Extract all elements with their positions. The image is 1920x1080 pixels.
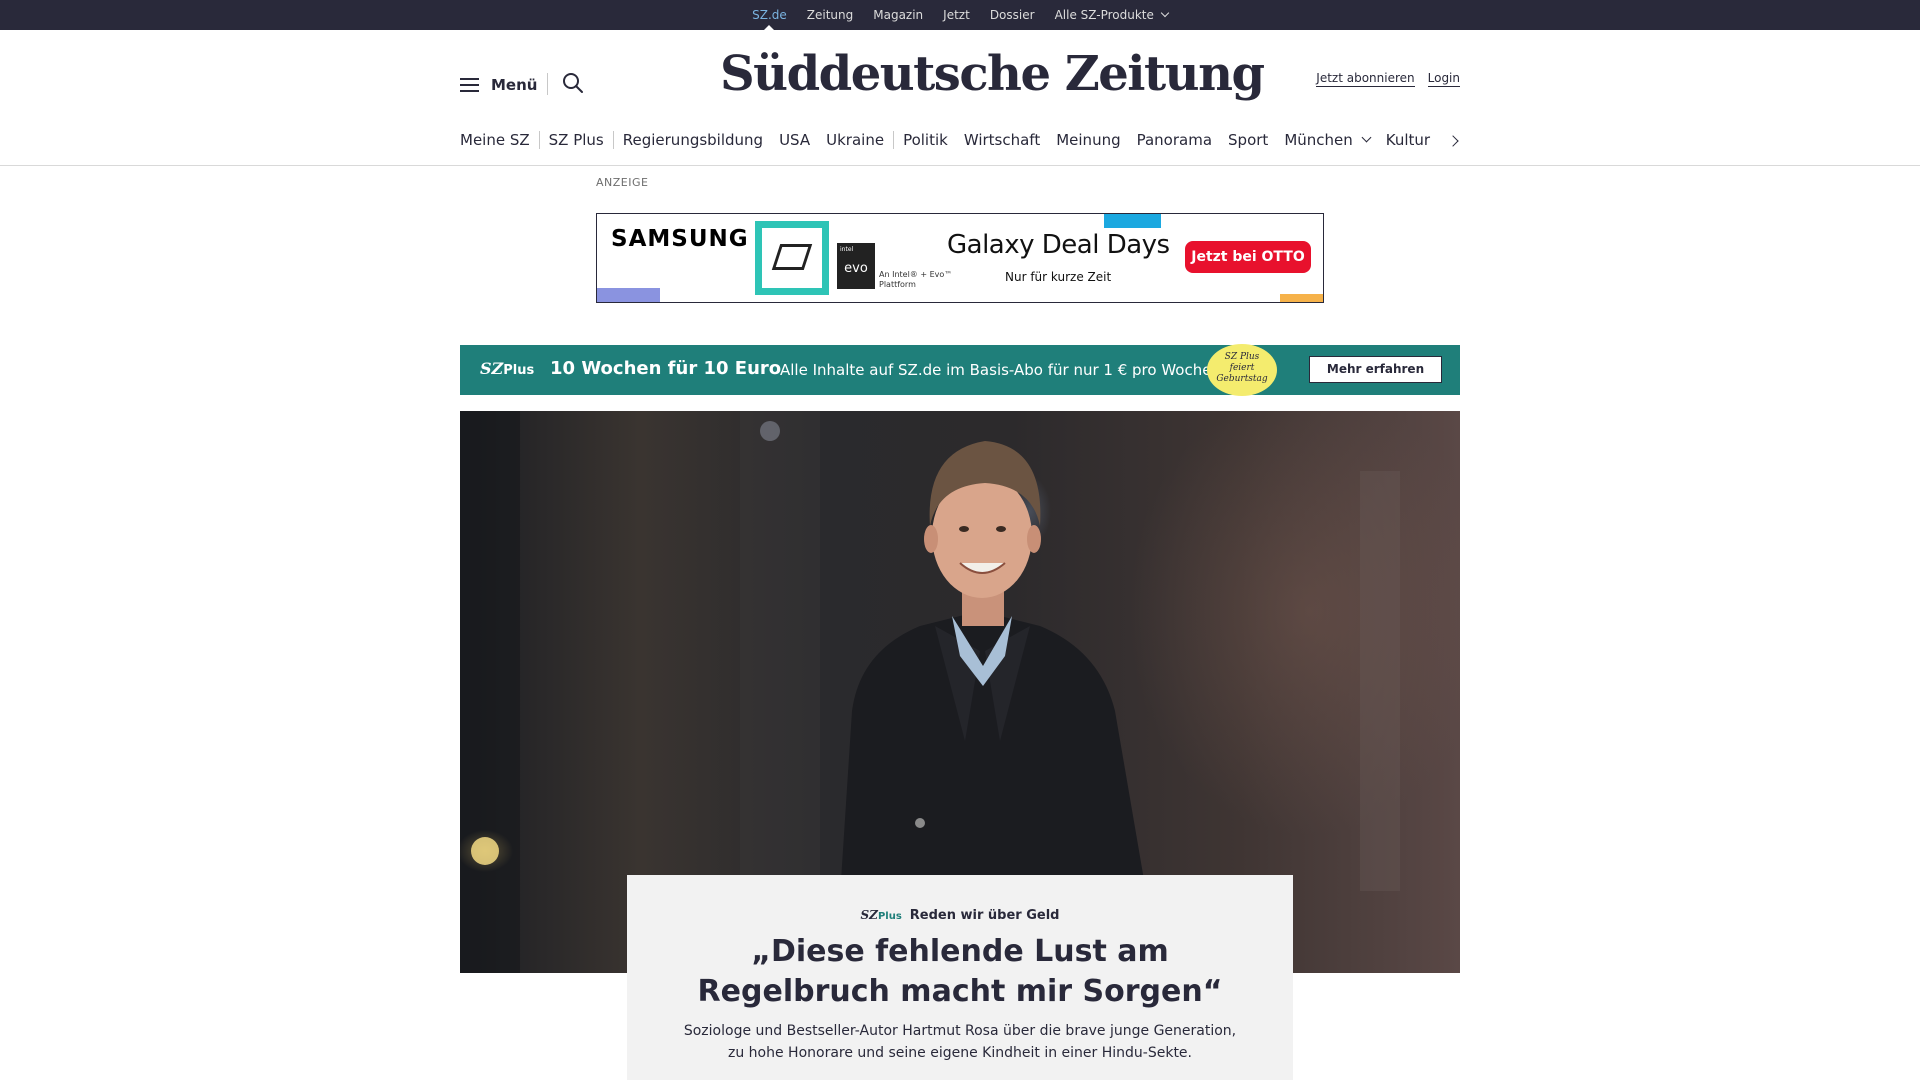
product-link-magazin[interactable]: Magazin: [863, 0, 933, 30]
nav-divider: [893, 131, 895, 149]
badge-line: Geburtstag: [1216, 374, 1268, 384]
nav-item-muenchen-label: München: [1284, 131, 1353, 149]
evo-badge-label: evo: [844, 261, 868, 276]
nav-item-politik[interactable]: Politik: [903, 131, 948, 149]
site-logo[interactable]: Süddeutsche Zeitung: [720, 46, 1265, 102]
evo-text: An Intel® + Evo™ Plattform: [879, 270, 953, 289]
nav-item-wirtschaft[interactable]: Wirtschaft: [964, 131, 1040, 149]
nav-divider: [612, 131, 614, 149]
product-link-all-products[interactable]: Alle SZ-Produkte: [1045, 0, 1178, 30]
ad-accent-bar: [1280, 294, 1323, 302]
sz-plus-logo: SZPlus: [480, 359, 534, 378]
nav-item-regierungsbildung[interactable]: Regierungsbildung: [623, 131, 763, 149]
evo-badge-top: intel: [840, 246, 854, 253]
evo-badge: intel evo: [837, 243, 875, 289]
nav-divider: [538, 131, 540, 149]
search-button[interactable]: [561, 71, 585, 95]
nav-item-sport[interactable]: Sport: [1228, 131, 1268, 149]
search-icon: [563, 73, 583, 93]
article-teaser: Soziologe und Bestseller-Autor Hartmut R…: [683, 1023, 1237, 1061]
article-kicker: SZPlus Reden wir über Geld: [627, 908, 1293, 923]
article-teaser-card[interactable]: SZPlus Reden wir über Geld „Diese fehlend…: [627, 875, 1293, 1080]
all-products-label: Alle SZ-Produkte: [1054, 8, 1154, 22]
product-link-jetzt[interactable]: Jetzt: [933, 0, 980, 30]
promo-text: Alle Inhalte auf SZ.de im Basis-Abo für …: [780, 361, 1217, 379]
subscribe-link[interactable]: Jetzt abonnieren: [1316, 71, 1415, 87]
site-header: Menü Süddeutsche Zeitung Jetzt abonniere…: [0, 30, 1920, 166]
article-headline[interactable]: „Diese fehlende Lust am Regelbruch macht…: [657, 932, 1263, 1012]
product-link-zeitung[interactable]: Zeitung: [797, 0, 863, 30]
ad-banner[interactable]: SAMSUNG intel evo An Intel® + Evo™ Plattf…: [596, 213, 1324, 303]
ad-subline: Nur für kurze Zeit: [1005, 270, 1112, 284]
promo-title: 10 Wochen für 10 Euro: [550, 358, 782, 379]
menu-button[interactable]: Menü: [460, 72, 537, 98]
badge-line: feiert: [1229, 363, 1255, 373]
sz-plus-logo-plus: Plus: [503, 363, 535, 378]
nav-item-meinung[interactable]: Meinung: [1056, 131, 1120, 149]
nav-item-usa[interactable]: USA: [779, 131, 810, 149]
product-nav: SZ.de Zeitung Magazin Jetzt Dossier Alle…: [0, 0, 1920, 31]
nav-item-panorama[interactable]: Panorama: [1137, 131, 1212, 149]
nav-item-sz-plus[interactable]: SZ Plus: [549, 131, 604, 149]
sz-plus-logo-plus: Plus: [877, 911, 902, 922]
badge-line: SZ Plus: [1224, 352, 1260, 362]
ad-cta-button[interactable]: Jetzt bei OTTO: [1185, 241, 1311, 273]
nav-item-meine-sz[interactable]: Meine SZ: [460, 131, 530, 149]
section-nav: Meine SZ SZ Plus Regierungsbildung USA U…: [460, 128, 1460, 152]
ad-accent-bar: [597, 288, 660, 302]
ad-accent-bar: [1104, 214, 1161, 228]
sz-plus-logo-sz: SZ: [860, 908, 878, 922]
nav-item-kultur[interactable]: Kultur: [1386, 131, 1430, 149]
sz-plus-promo-banner[interactable]: SZPlus 10 Wochen für 10 Euro Alle Inhalt…: [460, 344, 1460, 396]
menu-label: Menü: [491, 76, 538, 94]
nav-item-muenchen[interactable]: München: [1284, 131, 1372, 149]
more-info-button[interactable]: Mehr erfahren: [1309, 356, 1442, 383]
ad-headline: Galaxy Deal Days: [947, 230, 1170, 260]
chevron-down-icon: [1361, 132, 1372, 142]
laptop-tile: [755, 221, 829, 295]
sz-plus-logo-sz: SZ: [480, 359, 504, 378]
birthday-badge: SZ Plus feiert Geburtstag: [1207, 344, 1277, 396]
product-link-dossier[interactable]: Dossier: [980, 0, 1045, 30]
chevron-down-icon: [1160, 8, 1170, 18]
chevron-right-icon[interactable]: [1448, 134, 1460, 148]
hamburger-icon: [460, 77, 479, 93]
top-bar: SZ.de Zeitung Magazin Jetzt Dossier Alle…: [0, 0, 1920, 31]
ad-brand: SAMSUNG: [611, 226, 749, 252]
login-link[interactable]: Login: [1427, 71, 1460, 87]
kicker-label: Reden wir über Geld: [909, 908, 1060, 923]
sz-plus-logo: SZPlus: [861, 908, 902, 922]
header-divider: [547, 73, 548, 95]
ad-label: ANZEIGE: [596, 176, 649, 189]
account-links: Jetzt abonnieren Login: [1316, 71, 1460, 87]
laptop-icon: [771, 244, 813, 270]
product-link-szde[interactable]: SZ.de: [742, 0, 797, 31]
nav-item-ukraine[interactable]: Ukraine: [826, 131, 884, 149]
